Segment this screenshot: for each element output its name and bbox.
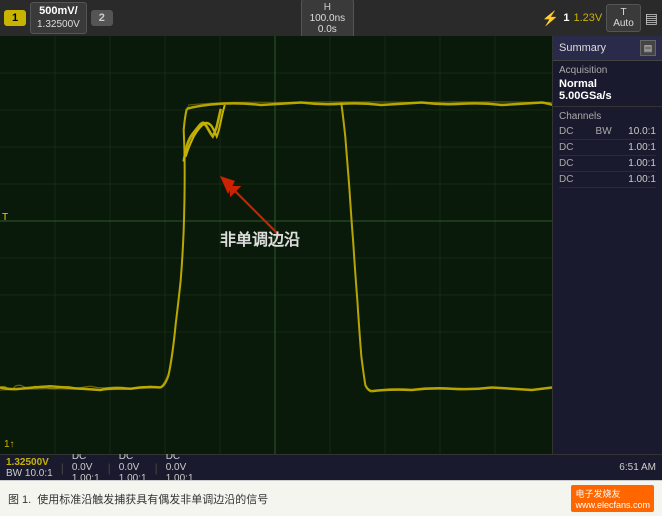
main-content: T 非单调边沿 1↑ Summary ▤: [0, 36, 662, 454]
channel1-offset: 1.32500V: [37, 19, 80, 31]
channel1-button[interactable]: 1: [4, 10, 26, 26]
ch3-offset: 0.0V: [119, 462, 140, 473]
caption-area: 图 1. 使用标准沿触发捕获具有偶发非单调边沿的信号 电子发烧友 www.ele…: [0, 480, 662, 516]
ch2-ratio: 1.00:1: [628, 142, 656, 153]
timebase: 100.0ns: [310, 13, 346, 24]
trigger-label: T: [620, 7, 626, 18]
ch3-ratio: 1.00:1: [628, 158, 656, 169]
caption-text: 使用标准沿触发捕获具有偶发非单调边沿的信号: [37, 491, 268, 507]
ch2-offset: 0.0V: [72, 462, 93, 473]
trigger-section: T Auto: [606, 4, 641, 32]
acquisition-label: Acquisition: [559, 65, 656, 76]
time-offset: 0.0s: [318, 24, 337, 35]
annotation-container: 非单调边沿: [200, 166, 320, 261]
summary-header: Summary ▤: [553, 36, 662, 61]
trigger-icon: ⚡: [542, 10, 559, 27]
trigger-mode: Auto: [613, 18, 634, 29]
ch2-dc: DC: [559, 142, 579, 153]
main-container: 1 500mV/ 1.32500V 2 H 100.0ns 0.0s ⚡ 1 1…: [0, 0, 662, 516]
ch4-dc: DC: [559, 174, 579, 185]
sep1: |: [61, 461, 64, 475]
ch3-dc: DC: [559, 158, 579, 169]
watermark: 电子发烧友 www.elecfans.com: [571, 485, 654, 512]
annotation-text: 非单调边沿: [220, 226, 300, 250]
time-display: 6:51 AM: [619, 462, 656, 473]
channel1-settings: 500mV/ 1.32500V: [30, 2, 87, 33]
channel-row-3: DC 1.00:1: [559, 156, 656, 172]
ch4-offset: 0.0V: [166, 462, 187, 473]
channels-section: Channels DC BW 10.0:1 DC 1.00:1 DC 1.00:…: [553, 107, 662, 192]
ch1-label: 1↑: [4, 439, 15, 450]
summary-label: Summary: [559, 42, 606, 54]
acquisition-section: Acquisition Normal 5.00GSa/s: [553, 61, 662, 107]
channel2-button[interactable]: 2: [91, 10, 113, 26]
ch1-ratio: 10.0:1: [628, 126, 656, 137]
ch1-status: 1.32500V BW 10.0:1: [6, 457, 53, 479]
ch1-volt-status: 1.32500V: [6, 457, 49, 468]
right-panel: Summary ▤ Acquisition Normal 5.00GSa/s C…: [552, 36, 662, 454]
channel-row-2: DC 1.00:1: [559, 140, 656, 156]
figure-label: 图 1.: [8, 491, 31, 507]
voltage-div: 500mV/: [39, 5, 78, 18]
horizontal-section: H 100.0ns 0.0s: [301, 0, 355, 38]
bottom-bar: 1.32500V BW 10.0:1 | DC 0.0V 1.00:1 | DC…: [0, 454, 662, 480]
trigger-marker: T: [2, 212, 8, 223]
run-voltage: 1.23V: [573, 12, 602, 24]
summary-icon[interactable]: ▤: [640, 40, 656, 56]
display-icon[interactable]: ▤: [645, 10, 658, 27]
acq-mode: Normal: [559, 78, 656, 90]
ch1-bw-status: BW 10.0:1: [6, 468, 53, 479]
channel-row-1: DC BW 10.0:1: [559, 124, 656, 140]
ch1-dc: DC: [559, 126, 579, 137]
ch1-bw: BW: [596, 126, 612, 137]
top-toolbar: 1 500mV/ 1.32500V 2 H 100.0ns 0.0s ⚡ 1 1…: [0, 0, 662, 36]
channels-label: Channels: [559, 111, 656, 122]
run-count: 1: [563, 12, 569, 24]
h-label: H: [324, 2, 331, 13]
sep3: |: [155, 461, 158, 475]
acq-rate: 5.00GSa/s: [559, 90, 656, 102]
channel-row-4: DC 1.00:1: [559, 172, 656, 188]
sep2: |: [108, 461, 111, 475]
scope-display: T 非单调边沿 1↑: [0, 36, 552, 454]
ch4-ratio: 1.00:1: [628, 174, 656, 185]
